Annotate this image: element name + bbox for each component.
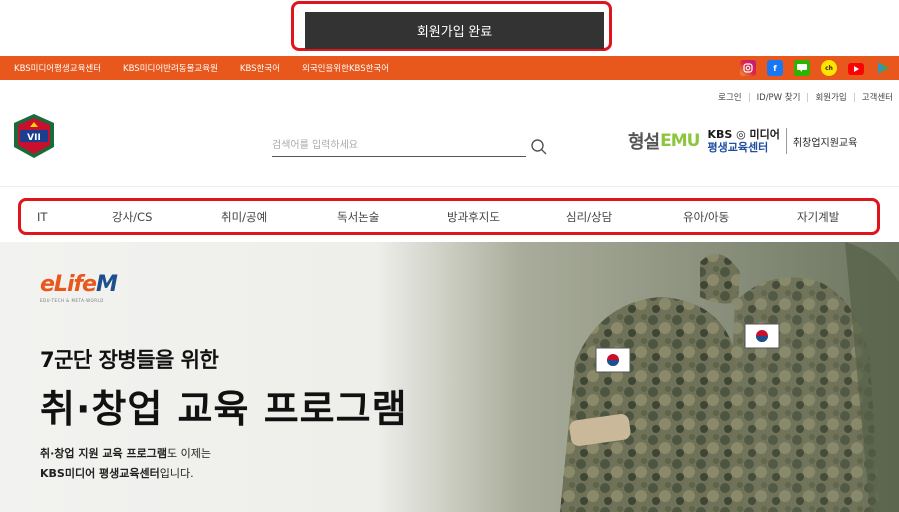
kakao-icon[interactable]: ch xyxy=(821,60,837,76)
search-icon[interactable] xyxy=(530,138,548,156)
signup-link[interactable]: 회원가입 xyxy=(815,91,846,103)
family-link-foreigner-korean[interactable]: 외국인을위한KBS한국어 xyxy=(302,62,389,74)
svg-text:VII: VII xyxy=(27,133,41,143)
corps-emblem-logo[interactable]: VII xyxy=(11,113,57,159)
play-icon[interactable] xyxy=(875,60,891,76)
divider xyxy=(0,186,899,187)
family-link-kbs-media[interactable]: KBS미디어평생교육센터 xyxy=(14,62,101,74)
brand-kbs-top: KBS ◎ 미디어 xyxy=(707,128,780,141)
divider xyxy=(807,92,809,102)
nav-item-instructor-cs[interactable]: 강사/CS xyxy=(112,209,152,225)
instagram-icon[interactable] xyxy=(740,60,756,76)
divider xyxy=(853,92,855,102)
nav-item-self-development[interactable]: 자기계발 xyxy=(797,209,839,225)
hero-banner[interactable]: eLifeM EDU-TECH & META-WORLD 7군단 장병들을 위한… xyxy=(0,242,899,512)
nav-item-reading-essay[interactable]: 독서논술 xyxy=(337,209,379,225)
main-nav: IT 강사/CS 취미/공예 독서논술 방과후지도 심리/상담 유아/아동 자기… xyxy=(20,200,878,233)
customer-center-link[interactable]: 고객센터 xyxy=(862,91,893,103)
divider xyxy=(748,92,750,102)
search-input[interactable]: 검색어를 입력하세요 xyxy=(272,133,526,157)
login-link[interactable]: 로그인 xyxy=(718,91,741,103)
signup-complete-button[interactable]: 회원가입 완료 xyxy=(305,12,604,49)
nav-item-hobby-craft[interactable]: 취미/공예 xyxy=(221,209,267,225)
brand-kbs-bottom: 평생교육센터 xyxy=(707,141,769,154)
util-links: 로그인 ID/PW 찾기 회원가입 고객센터 xyxy=(718,91,893,103)
nav-item-it[interactable]: IT xyxy=(37,210,47,224)
family-site-links: KBS미디어평생교육센터 KBS미디어반려동물교육원 KBS한국어 외국인을위한… xyxy=(14,62,411,74)
family-site-bar: KBS미디어평생교육센터 KBS미디어반려동물교육원 KBS한국어 외국인을위한… xyxy=(0,56,899,80)
social-links: f ch xyxy=(740,60,891,76)
nav-item-psychology[interactable]: 심리/상담 xyxy=(566,209,612,225)
brand-hyungseol: 형설 xyxy=(628,132,660,153)
brand-kbs-media: KBS ◎ 미디어 평생교육센터 xyxy=(707,129,779,153)
hero-description-2: KBS미디어 평생교육센터입니다. xyxy=(40,467,194,480)
nav-item-after-school[interactable]: 방과후지도 xyxy=(447,209,500,225)
facebook-icon[interactable]: f xyxy=(767,60,783,76)
nav-item-child[interactable]: 유아/아동 xyxy=(683,209,729,225)
hero-headline-large: 취·창업 교육 프로그램 xyxy=(40,387,408,431)
hero-headline-small: 7군단 장병들을 위한 xyxy=(40,348,219,372)
family-link-pet[interactable]: KBS미디어반려동물교육원 xyxy=(123,62,218,74)
elifem-tagline: EDU-TECH & META-WORLD xyxy=(40,298,104,303)
elifem-logo: eLifeM EDU-TECH & META-WORLD xyxy=(40,272,118,303)
confirm-area: 회원가입 완료 xyxy=(0,0,899,56)
brand-logo[interactable]: 형설 EMU KBS ◎ 미디어 평생교육센터 취창업지원교육 xyxy=(628,128,857,154)
naver-blog-icon[interactable] xyxy=(794,60,810,76)
hero-description-1: 취·창업 지원 교육 프로그램도 이제는 xyxy=(40,447,211,460)
brand-emu: EMU xyxy=(660,131,700,151)
divider xyxy=(785,128,787,154)
find-id-pw-link[interactable]: ID/PW 찾기 xyxy=(757,91,801,103)
family-link-kbs-korean[interactable]: KBS한국어 xyxy=(240,62,280,74)
brand-subtitle: 취창업지원교육 xyxy=(792,137,858,149)
youtube-icon[interactable] xyxy=(848,63,864,75)
